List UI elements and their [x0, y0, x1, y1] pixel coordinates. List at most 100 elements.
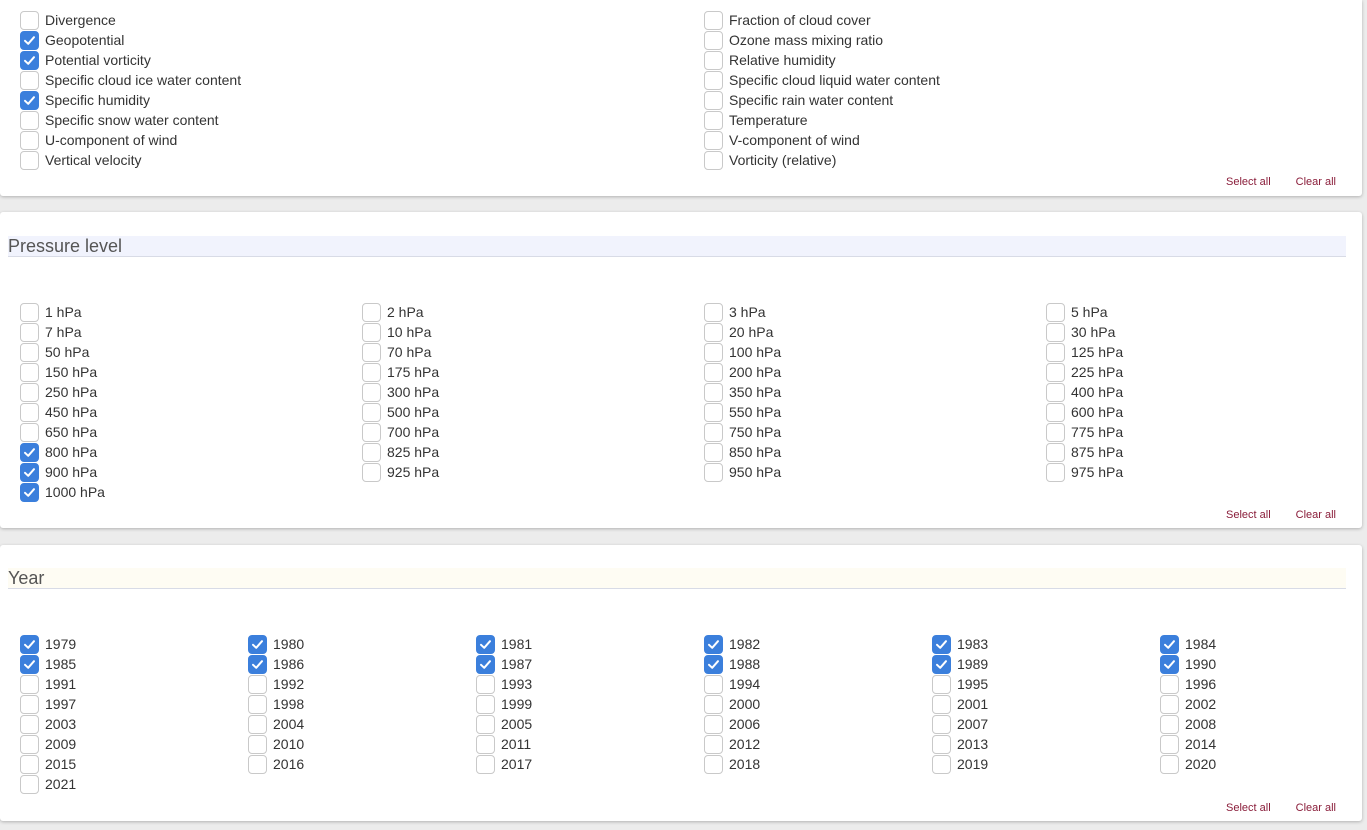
checkbox-option[interactable]: 650 hPa: [20, 422, 362, 442]
checkbox-option[interactable]: 2012: [704, 734, 932, 754]
checkbox-unchecked[interactable]: [362, 442, 381, 462]
checkbox-unchecked[interactable]: [20, 342, 39, 362]
checkbox-option[interactable]: Geopotential: [20, 30, 704, 50]
checkbox-checked[interactable]: [20, 634, 39, 654]
checkbox-option[interactable]: 20 hPa: [704, 322, 1046, 342]
checkbox-unchecked[interactable]: [476, 754, 495, 774]
checkbox-option[interactable]: 2009: [20, 734, 248, 754]
checkbox-unchecked[interactable]: [20, 70, 39, 90]
checkbox-unchecked[interactable]: [20, 402, 39, 422]
checkbox-unchecked[interactable]: [362, 362, 381, 382]
checkbox-option[interactable]: 2011: [476, 734, 704, 754]
checkbox-unchecked[interactable]: [932, 694, 951, 714]
checkbox-unchecked[interactable]: [704, 110, 723, 130]
checkbox-option[interactable]: 1000 hPa: [20, 482, 362, 502]
year-select-all-link[interactable]: Select all: [1226, 802, 1271, 814]
checkbox-option[interactable]: 2007: [932, 714, 1160, 734]
checkbox-unchecked[interactable]: [704, 754, 723, 774]
checkbox-option[interactable]: 2004: [248, 714, 476, 734]
checkbox-checked[interactable]: [1160, 654, 1179, 674]
checkbox-unchecked[interactable]: [20, 714, 39, 734]
checkbox-option[interactable]: Fraction of cloud cover: [704, 10, 1344, 30]
checkbox-option[interactable]: 1980: [248, 634, 476, 654]
checkbox-option[interactable]: 500 hPa: [362, 402, 704, 422]
checkbox-option[interactable]: 1986: [248, 654, 476, 674]
checkbox-unchecked[interactable]: [704, 30, 723, 50]
checkbox-unchecked[interactable]: [476, 694, 495, 714]
checkbox-option[interactable]: 225 hPa: [1046, 362, 1346, 382]
checkbox-option[interactable]: 1997: [20, 694, 248, 714]
checkbox-option[interactable]: 775 hPa: [1046, 422, 1346, 442]
checkbox-unchecked[interactable]: [20, 734, 39, 754]
checkbox-option[interactable]: 250 hPa: [20, 382, 362, 402]
checkbox-option[interactable]: 1988: [704, 654, 932, 674]
checkbox-unchecked[interactable]: [476, 714, 495, 734]
checkbox-option[interactable]: 1981: [476, 634, 704, 654]
checkbox-checked[interactable]: [704, 634, 723, 654]
checkbox-unchecked[interactable]: [20, 322, 39, 342]
checkbox-checked[interactable]: [932, 654, 951, 674]
checkbox-option[interactable]: 2021: [20, 774, 248, 794]
checkbox-checked[interactable]: [476, 654, 495, 674]
checkbox-option[interactable]: 1990: [1160, 654, 1340, 674]
checkbox-option[interactable]: V-component of wind: [704, 130, 1344, 150]
checkbox-unchecked[interactable]: [248, 714, 267, 734]
checkbox-option[interactable]: 2005: [476, 714, 704, 734]
checkbox-option[interactable]: 30 hPa: [1046, 322, 1346, 342]
checkbox-checked[interactable]: [248, 634, 267, 654]
checkbox-unchecked[interactable]: [20, 422, 39, 442]
checkbox-option[interactable]: 1987: [476, 654, 704, 674]
checkbox-option[interactable]: 2017: [476, 754, 704, 774]
checkbox-option[interactable]: 900 hPa: [20, 462, 362, 482]
checkbox-unchecked[interactable]: [20, 754, 39, 774]
checkbox-option[interactable]: 175 hPa: [362, 362, 704, 382]
checkbox-unchecked[interactable]: [20, 694, 39, 714]
checkbox-option[interactable]: 1985: [20, 654, 248, 674]
checkbox-option[interactable]: 800 hPa: [20, 442, 362, 462]
checkbox-option[interactable]: Specific snow water content: [20, 110, 704, 130]
checkbox-option[interactable]: Specific rain water content: [704, 90, 1344, 110]
checkbox-option[interactable]: Potential vorticity: [20, 50, 704, 70]
checkbox-unchecked[interactable]: [1046, 342, 1065, 362]
checkbox-unchecked[interactable]: [248, 754, 267, 774]
checkbox-option[interactable]: Temperature: [704, 110, 1344, 130]
checkbox-option[interactable]: Specific humidity: [20, 90, 704, 110]
checkbox-unchecked[interactable]: [248, 734, 267, 754]
checkbox-unchecked[interactable]: [362, 382, 381, 402]
checkbox-unchecked[interactable]: [704, 462, 723, 482]
checkbox-option[interactable]: 10 hPa: [362, 322, 704, 342]
checkbox-option[interactable]: 1998: [248, 694, 476, 714]
checkbox-option[interactable]: 2019: [932, 754, 1160, 774]
checkbox-option[interactable]: 975 hPa: [1046, 462, 1346, 482]
checkbox-checked[interactable]: [704, 654, 723, 674]
checkbox-option[interactable]: 2000: [704, 694, 932, 714]
checkbox-unchecked[interactable]: [20, 362, 39, 382]
checkbox-unchecked[interactable]: [1046, 302, 1065, 322]
checkbox-unchecked[interactable]: [362, 402, 381, 422]
checkbox-unchecked[interactable]: [1160, 694, 1179, 714]
checkbox-unchecked[interactable]: [704, 50, 723, 70]
checkbox-option[interactable]: 1999: [476, 694, 704, 714]
checkbox-option[interactable]: 5 hPa: [1046, 302, 1346, 322]
checkbox-checked[interactable]: [20, 50, 39, 70]
checkbox-option[interactable]: 1992: [248, 674, 476, 694]
checkbox-unchecked[interactable]: [1160, 754, 1179, 774]
checkbox-option[interactable]: 125 hPa: [1046, 342, 1346, 362]
checkbox-option[interactable]: 600 hPa: [1046, 402, 1346, 422]
checkbox-unchecked[interactable]: [1160, 714, 1179, 734]
checkbox-option[interactable]: 2 hPa: [362, 302, 704, 322]
variable-clear-all-link[interactable]: Clear all: [1296, 176, 1336, 188]
checkbox-unchecked[interactable]: [704, 734, 723, 754]
checkbox-unchecked[interactable]: [704, 302, 723, 322]
checkbox-unchecked[interactable]: [704, 442, 723, 462]
checkbox-option[interactable]: 100 hPa: [704, 342, 1046, 362]
checkbox-unchecked[interactable]: [20, 774, 39, 794]
checkbox-unchecked[interactable]: [704, 402, 723, 422]
checkbox-unchecked[interactable]: [1046, 402, 1065, 422]
checkbox-checked[interactable]: [20, 90, 39, 110]
checkbox-option[interactable]: 150 hPa: [20, 362, 362, 382]
checkbox-option[interactable]: 70 hPa: [362, 342, 704, 362]
checkbox-option[interactable]: 925 hPa: [362, 462, 704, 482]
checkbox-checked[interactable]: [932, 634, 951, 654]
checkbox-option[interactable]: 1989: [932, 654, 1160, 674]
